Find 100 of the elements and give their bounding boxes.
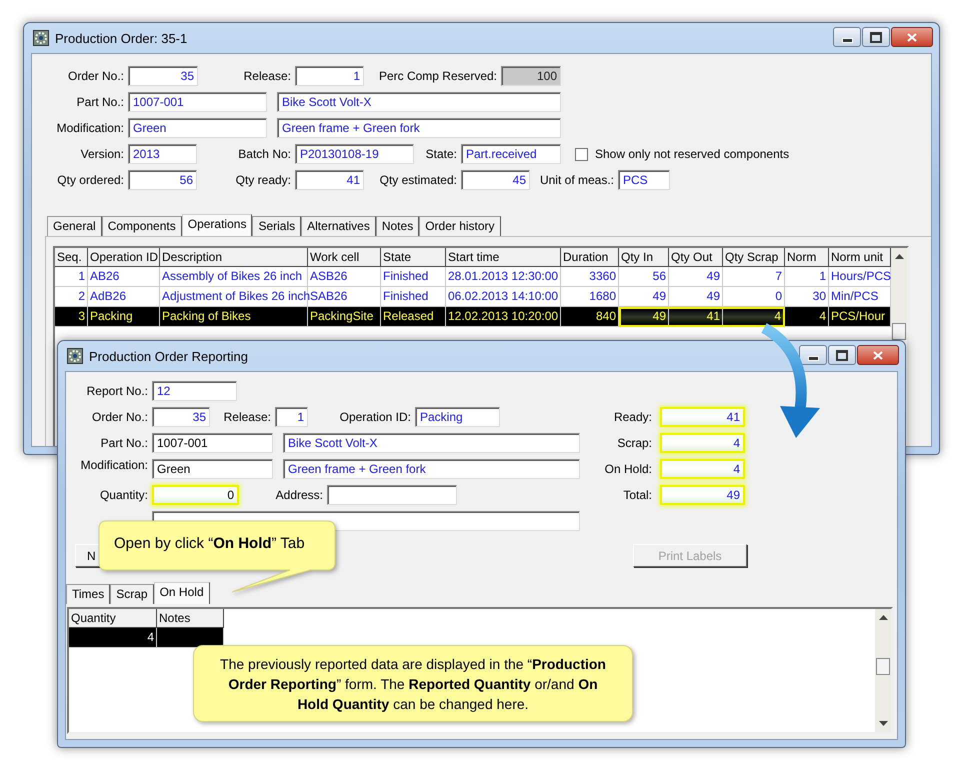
tab[interactable]: Order history (419, 216, 501, 236)
field-label: Modification: (56, 121, 125, 135)
column-header[interactable]: Qty Out (669, 248, 723, 267)
tab[interactable]: On Hold (154, 582, 210, 604)
close-icon (873, 350, 883, 360)
part-description-field[interactable]: Bike Scott Volt-X (283, 433, 580, 453)
column-header[interactable]: Description (160, 248, 308, 267)
field-label: Report No.: (86, 384, 149, 398)
total-field[interactable]: 4 (660, 433, 745, 453)
field-label: Qty ready: (234, 173, 292, 187)
scroll-thumb[interactable] (876, 658, 890, 675)
part-number-field[interactable]: 1007-001 (128, 92, 267, 112)
unit-field[interactable]: PCS (618, 170, 670, 190)
tab[interactable]: Serials (252, 216, 302, 236)
total-field[interactable]: 49 (660, 485, 745, 505)
field-label: Release: (222, 410, 272, 424)
table-cell: 4 (785, 307, 829, 327)
field-label: Ready: (612, 410, 653, 424)
total-field[interactable]: 4 (660, 459, 745, 479)
tab[interactable]: Alternatives (301, 216, 376, 236)
field-label: Order No.: (66, 69, 125, 83)
column-header[interactable]: Start time (446, 248, 561, 267)
scrollbar[interactable] (875, 609, 891, 732)
qty-ready-field[interactable]: 41 (295, 170, 364, 190)
column-header[interactable]: Qty In (619, 248, 669, 267)
modification-field[interactable]: Green (152, 459, 273, 479)
quantity-field[interactable]: 0 (152, 485, 239, 505)
part-description-field[interactable]: Bike Scott Volt-X (277, 92, 561, 112)
column-header[interactable]: Norm unit (829, 248, 891, 267)
scroll-down-icon[interactable] (878, 721, 888, 727)
field-label: Version: (80, 147, 125, 161)
address-field[interactable] (327, 485, 457, 505)
maximize-button[interactable] (828, 345, 856, 365)
window-title: Production Order Reporting (89, 348, 248, 364)
field-label: Qty ordered: (56, 173, 125, 187)
table-cell: 4 (723, 307, 785, 327)
close-button[interactable] (857, 345, 899, 365)
gear-icon (67, 348, 83, 364)
column-header[interactable]: Qty Scrap (723, 248, 785, 267)
table-row[interactable]: 3 Packing Packing of Bikes PackingSite Released 12.02.2013 10:20:00 840 49 41 4 4 PCS/Hour (55, 307, 891, 327)
qty-estimated-field[interactable]: 45 (461, 170, 530, 190)
scroll-up-icon[interactable] (878, 614, 888, 620)
version-field[interactable]: 2013 (128, 144, 197, 164)
scrollbar[interactable] (891, 248, 907, 340)
operation-id-field[interactable]: Packing (415, 407, 500, 427)
part-number-field[interactable]: 1007-001 (152, 433, 273, 453)
callout-text: The previously reported data are displayed in the “Production Order Reporting” form. The Reported Quantity or/and On Hold Quantity can be changed here. (219, 654, 607, 714)
tab[interactable]: Notes (376, 216, 420, 236)
minimize-button[interactable] (833, 27, 861, 47)
qty-ordered-field[interactable]: 56 (128, 170, 197, 190)
table-cell: 4 (69, 628, 157, 648)
column-header[interactable]: Operation ID (88, 248, 160, 267)
release-field[interactable]: 1 (275, 407, 308, 427)
tab[interactable]: General (47, 216, 102, 236)
field-label: Order No.: (90, 410, 149, 424)
tab[interactable]: Components (102, 216, 182, 236)
release-field[interactable]: 1 (295, 66, 364, 86)
field-label: Part No.: (76, 95, 125, 109)
table-cell: Packing of Bikes (160, 307, 308, 327)
column-header[interactable]: Seq. (55, 248, 88, 267)
order-number-field[interactable]: 35 (128, 66, 198, 86)
table-row[interactable]: 1 AB26 Assembly of Bikes 26 inch ASB26 Finished 28.01.2013 12:30:00 3360 56 49 7 1 Hours/PCS (55, 267, 891, 287)
window-title: Production Order: 35-1 (55, 30, 188, 46)
table-row[interactable]: 4 (69, 628, 224, 648)
column-header[interactable]: Quantity (69, 609, 157, 628)
checkbox[interactable] (575, 148, 588, 160)
field-label: Qty estimated: (378, 173, 458, 187)
modification-field[interactable]: Green (128, 118, 267, 138)
field-label: State: (424, 147, 458, 161)
table-row[interactable]: 2 AdB26 Adjustment of Bikes 26 inchSAB26 Finished 06.02.2013 14:10:00 1680 49 49 0 30 Min/PCS (55, 287, 891, 307)
state-field[interactable]: Part.received (461, 144, 561, 164)
column-header[interactable]: Duration (561, 248, 619, 267)
table-cell: 3 (55, 307, 88, 327)
tab[interactable]: Operations (182, 214, 252, 236)
maximize-button[interactable] (862, 27, 890, 47)
total-field[interactable]: 41 (660, 407, 745, 427)
tab[interactable]: Times (66, 584, 110, 604)
report-number-field[interactable]: 12 (152, 381, 237, 401)
table-cell: 49 (619, 307, 669, 327)
scroll-thumb[interactable] (892, 323, 906, 340)
tab[interactable]: Scrap (110, 584, 154, 604)
field-label: On Hold: (604, 462, 653, 476)
minimize-button[interactable] (799, 345, 827, 365)
batch-number-field[interactable]: P20130108-19 (295, 144, 414, 164)
gear-icon (33, 30, 49, 46)
scroll-up-icon[interactable] (894, 253, 904, 259)
modification-description-field[interactable]: Green frame + Green fork (277, 118, 561, 138)
column-header[interactable]: Norm (785, 248, 829, 267)
column-header[interactable]: Notes (157, 609, 224, 628)
table-cell: Packing (88, 307, 160, 327)
field-label: Unit of meas.: (538, 173, 615, 187)
close-button[interactable] (891, 27, 933, 47)
column-header[interactable]: State (381, 248, 446, 267)
close-icon (907, 32, 917, 42)
order-number-field[interactable]: 35 (152, 407, 210, 427)
field-label: Modification: (80, 458, 149, 472)
modification-description-field[interactable]: Green frame + Green fork (283, 459, 580, 479)
column-header[interactable]: Work cell (308, 248, 381, 267)
field-label: Operation ID: (338, 410, 412, 424)
table-cell: 12.02.2013 10:20:00 (446, 307, 561, 327)
